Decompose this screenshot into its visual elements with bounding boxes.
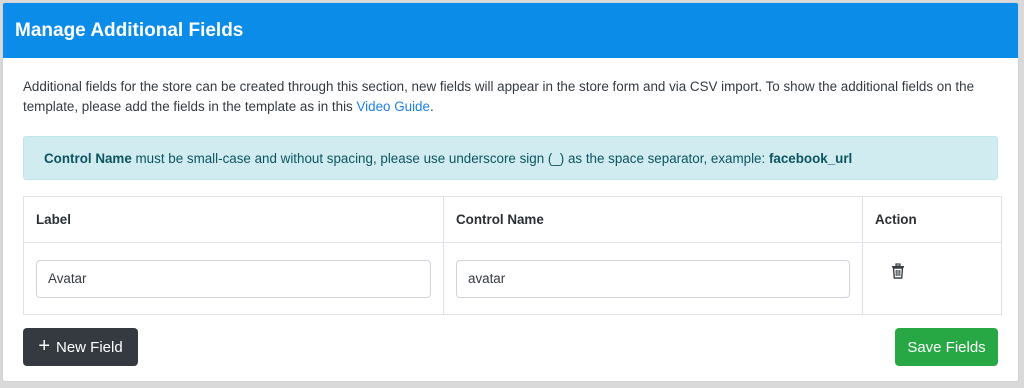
control-name-cell — [443, 242, 863, 315]
fields-table: Label Control Name Action — [23, 196, 1002, 315]
card-body: Additional fields for the store can be c… — [3, 58, 1018, 315]
description-end: . — [429, 99, 434, 114]
video-guide-link[interactable]: Video Guide — [356, 99, 429, 114]
new-field-button[interactable]: + New Field — [23, 328, 138, 366]
column-header-label: Label — [23, 196, 444, 243]
control-name-input[interactable] — [456, 259, 850, 298]
alert-example: facebook_url — [768, 150, 853, 166]
column-header-control-name: Control Name — [443, 196, 863, 243]
alert-bold-control-name: Control Name — [44, 150, 132, 166]
info-alert: Control Name must be small-case and with… — [23, 136, 998, 180]
table-row — [23, 242, 1002, 315]
save-fields-button[interactable]: Save Fields — [895, 328, 998, 366]
trash-icon[interactable] — [891, 263, 905, 279]
manage-fields-card: Manage Additional Fields Additional fiel… — [2, 2, 1019, 382]
plus-icon: + — [38, 335, 50, 357]
new-field-label: New Field — [56, 338, 123, 356]
table-header-row: Label Control Name Action — [23, 196, 1002, 243]
page-title: Manage Additional Fields — [15, 19, 244, 41]
card-header: Manage Additional Fields — [3, 3, 1018, 58]
column-header-action: Action — [862, 196, 1002, 243]
alert-text: must be small-case and without spacing, … — [131, 150, 769, 166]
label-cell — [23, 242, 444, 315]
description-text: Additional fields for the store can be c… — [23, 79, 975, 114]
label-input[interactable] — [36, 259, 431, 298]
footer-actions: + New Field Save Fields — [23, 328, 998, 366]
action-cell — [862, 242, 1002, 315]
description: Additional fields for the store can be c… — [23, 77, 998, 117]
